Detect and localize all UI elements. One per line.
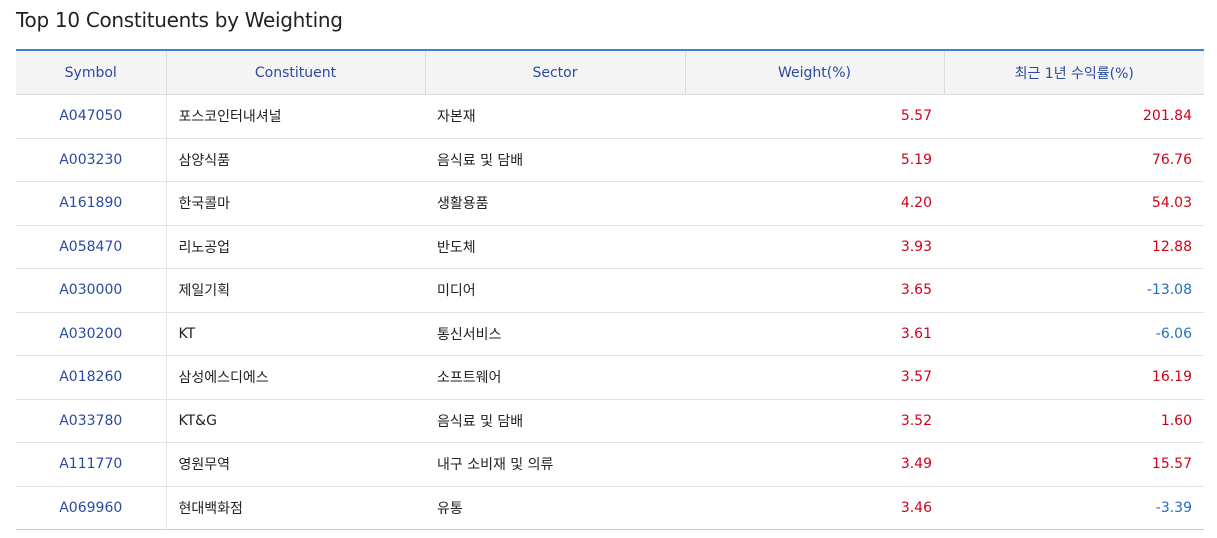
cell-return-1y: 201.84: [944, 94, 1204, 139]
cell-sector: 음식료 및 담배: [425, 399, 685, 443]
cell-return-1y: -13.08: [944, 268, 1204, 313]
cell-symbol[interactable]: A030200: [16, 312, 167, 356]
cell-constituent: KT: [166, 312, 425, 356]
header-sector: Sector: [424, 50, 685, 95]
cell-constituent: 리노공업: [166, 225, 425, 269]
table-body: A047050 포스코인터내셔널 자본재 5.57 201.84 A003230 삼양식품 음…: [16, 94, 1204, 530]
header-weight: Weight(%): [684, 50, 944, 95]
cell-constituent: 현대백화점: [178, 500, 243, 517]
cell-symbol[interactable]: A018260: [16, 355, 167, 400]
table-row: A069960 현대백화점 유통 3.46 -3.39: [16, 486, 1204, 530]
cell-constituent: 삼양식품: [166, 138, 425, 182]
constituents-panel: Top 10 Constituents by Weighting Symbol …: [0, 0, 1217, 538]
cell-constituent: 제일기획: [166, 268, 425, 313]
cell-sector: 자본재: [425, 94, 685, 139]
cell-constituent: KT&G: [166, 399, 425, 443]
cell-return-1y: 15.57: [944, 442, 1204, 487]
table-row: A030200 KT 통신서비스 3.61 -6.06: [16, 312, 1204, 356]
cell-return-1y: -6.06: [944, 312, 1204, 356]
cell-symbol[interactable]: A069960: [16, 486, 167, 530]
cell-symbol[interactable]: A161890: [16, 181, 167, 226]
table-row: A030000 제일기획 미디어 3.65 -13.08: [16, 268, 1204, 313]
table-row: A047050 포스코인터내셔널 자본재 5.57 201.84: [16, 94, 1204, 139]
header-constituent: Constituent: [165, 50, 425, 95]
cell-symbol[interactable]: A003230: [16, 138, 167, 182]
cell-symbol[interactable]: A030000: [16, 268, 167, 313]
cell-weight: 5.19: [685, 138, 944, 182]
cell-sector: 통신서비스: [425, 312, 685, 356]
cell-weight: 3.93: [685, 225, 944, 269]
cell-sector: 소프트웨어: [425, 355, 685, 400]
cell-weight: 3.52: [685, 399, 944, 443]
cell-constituent: 한국콜마: [166, 181, 425, 226]
cell-symbol[interactable]: A047050: [16, 94, 167, 139]
cell-symbol[interactable]: A111770: [16, 442, 167, 487]
cell-return-1y: -3.39: [1155, 499, 1192, 516]
cell-sector: 반도체: [425, 225, 685, 269]
cell-symbol[interactable]: A033780: [16, 399, 167, 443]
cell-weight: 4.20: [685, 181, 944, 226]
cell-sector: 미디어: [425, 268, 685, 313]
constituents-table: Symbol Constituent Sector Weight(%) 최근 1…: [16, 49, 1204, 530]
cell-sector: 생활용품: [425, 181, 685, 226]
cell-return-1y: 12.88: [944, 225, 1204, 269]
cell-return-1y: 1.60: [944, 399, 1204, 443]
table-row: A058470 리노공업 반도체 3.93 12.88: [16, 225, 1204, 269]
cell-weight: 3.57: [685, 355, 944, 400]
cell-weight: 3.61: [685, 312, 944, 356]
cell-constituent: 포스코인터내셔널: [166, 94, 425, 139]
table-row: A161890 한국콜마 생활용품 4.20 54.03: [16, 181, 1204, 226]
cell-weight: 3.65: [685, 268, 944, 313]
table-header: Symbol Constituent Sector Weight(%) 최근 1…: [16, 50, 1204, 95]
table-row: A111770 영원무역 내구 소비재 및 의류 3.49 15.57: [16, 442, 1204, 487]
cell-return-1y: 16.19: [944, 355, 1204, 400]
cell-return-1y: 54.03: [944, 181, 1204, 226]
table-header-row: Symbol Constituent Sector Weight(%) 최근 1…: [16, 50, 1204, 95]
table-row: A018260 삼성에스디에스 소프트웨어 3.57 16.19: [16, 355, 1204, 400]
cell-weight: 3.46: [900, 499, 932, 516]
cell-return-1y: 76.76: [944, 138, 1204, 182]
header-symbol: Symbol: [16, 50, 166, 95]
table-row: A033780 KT&G 음식료 및 담배 3.52 1.60: [16, 399, 1204, 443]
page-title: Top 10 Constituents by Weighting: [16, 8, 343, 32]
header-return-1y: 최근 1년 수익률(%): [943, 50, 1204, 95]
cell-sector: 음식료 및 담배: [425, 138, 685, 182]
cell-constituent: 영원무역: [166, 442, 425, 487]
cell-symbol[interactable]: A058470: [16, 225, 167, 269]
table-row: A003230 삼양식품 음식료 및 담배 5.19 76.76: [16, 138, 1204, 182]
cell-constituent: 삼성에스디에스: [166, 355, 425, 400]
cell-weight: 3.49: [685, 442, 944, 487]
cell-sector: 내구 소비재 및 의류: [425, 442, 685, 487]
cell-sector: 유통: [437, 500, 463, 517]
cell-weight: 5.57: [685, 94, 944, 139]
